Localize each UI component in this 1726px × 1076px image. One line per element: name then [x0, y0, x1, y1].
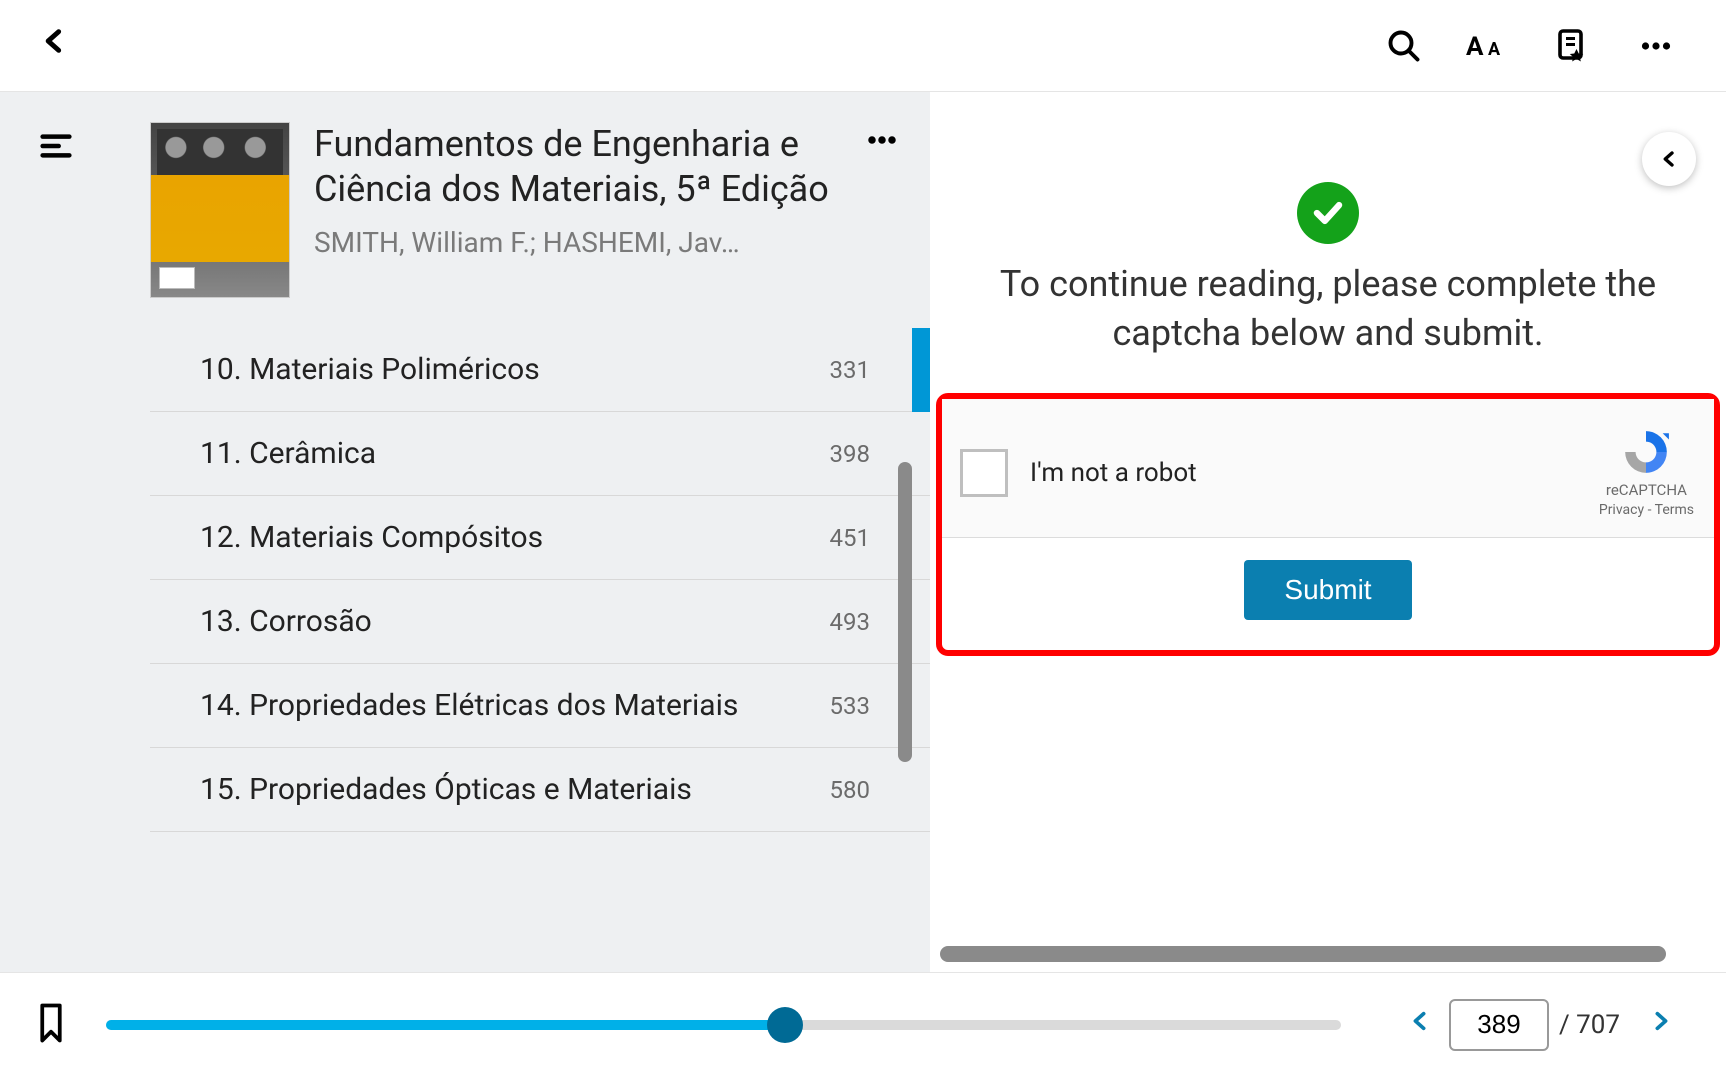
- toc-item-page: 451: [830, 524, 900, 552]
- main-area: Fundamentos de Engenharia e Ciência dos …: [0, 92, 1726, 972]
- captcha-message: To continue reading, please complete the…: [930, 260, 1726, 357]
- book-more-icon[interactable]: [854, 122, 910, 157]
- toc-scrollbar[interactable]: [898, 462, 912, 762]
- toc-item[interactable]: 10. Materiais Poliméricos331: [150, 328, 930, 412]
- recaptcha-logo: reCAPTCHA Privacy - Terms: [1599, 427, 1694, 519]
- book-cover[interactable]: [150, 122, 290, 298]
- toc-item-page: 493: [830, 608, 900, 636]
- font-size-icon[interactable]: AA: [1458, 16, 1518, 76]
- toc-item-label: 12. Materiais Compósitos: [200, 520, 830, 555]
- prev-page-button[interactable]: [1391, 1005, 1449, 1045]
- table-of-contents: 10. Materiais Poliméricos33111. Cerâmica…: [150, 328, 930, 832]
- toc-item-label: 13. Corrosão: [200, 604, 830, 639]
- content-pane: To continue reading, please complete the…: [930, 92, 1726, 972]
- toc-item[interactable]: 11. Cerâmica398: [150, 412, 930, 496]
- back-button[interactable]: [40, 22, 68, 70]
- menu-icon[interactable]: [40, 132, 72, 164]
- captcha-box: I'm not a robot reCAPTCHA Privacy - Term…: [936, 393, 1720, 656]
- toc-item-page: 331: [830, 356, 900, 384]
- book-header: Fundamentos de Engenharia e Ciência dos …: [40, 92, 930, 318]
- next-page-button[interactable]: [1632, 1005, 1690, 1045]
- bookmark-icon[interactable]: [36, 1003, 66, 1047]
- sidebar: Fundamentos de Engenharia e Ciência dos …: [0, 92, 930, 972]
- svg-text:A: A: [1488, 39, 1501, 60]
- toc-item-page: 398: [830, 440, 900, 468]
- progress-thumb[interactable]: [767, 1007, 803, 1043]
- favorite-page-icon[interactable]: [1542, 16, 1602, 76]
- captcha-checkbox[interactable]: [960, 449, 1008, 497]
- progress-fill: [106, 1020, 785, 1030]
- more-menu-icon[interactable]: [1626, 16, 1686, 76]
- recaptcha-terms-link[interactable]: Terms: [1655, 502, 1694, 518]
- top-bar: AA: [0, 0, 1726, 92]
- recaptcha-brand: reCAPTCHA: [1599, 481, 1694, 501]
- collapse-sidebar-button[interactable]: [1642, 132, 1696, 186]
- toc-item-label: 10. Materiais Poliméricos: [200, 352, 830, 387]
- svg-text:A: A: [1466, 32, 1484, 62]
- captcha-checkbox-label: I'm not a robot: [1030, 458, 1599, 488]
- submit-button[interactable]: Submit: [1244, 560, 1411, 620]
- progress-slider[interactable]: [106, 1020, 1341, 1030]
- toc-item-label: 15. Propriedades Ópticas e Materiais: [200, 772, 830, 807]
- toc-item-label: 11. Cerâmica: [200, 436, 830, 471]
- bottom-bar: / 707: [0, 972, 1726, 1076]
- book-title: Fundamentos de Engenharia e Ciência dos …: [314, 122, 854, 212]
- toc-item-page: 580: [830, 776, 900, 804]
- book-authors: SMITH, William F.; HASHEMI, Jav…: [314, 226, 774, 259]
- content-horizontal-scrollbar[interactable]: [940, 946, 1666, 962]
- toc-item[interactable]: 15. Propriedades Ópticas e Materiais580: [150, 748, 930, 832]
- toc-item-label: 14. Propriedades Elétricas dos Materiais: [200, 688, 830, 723]
- recaptcha-privacy-link[interactable]: Privacy: [1599, 502, 1644, 518]
- page-number-input[interactable]: [1449, 999, 1549, 1051]
- search-icon[interactable]: [1374, 16, 1434, 76]
- success-check-icon: [1297, 182, 1359, 244]
- toc-item[interactable]: 14. Propriedades Elétricas dos Materiais…: [150, 664, 930, 748]
- toc-item[interactable]: 12. Materiais Compósitos451: [150, 496, 930, 580]
- toc-item[interactable]: 13. Corrosão493: [150, 580, 930, 664]
- page-total-label: / 707: [1559, 1010, 1620, 1040]
- toc-item-page: 533: [830, 692, 900, 720]
